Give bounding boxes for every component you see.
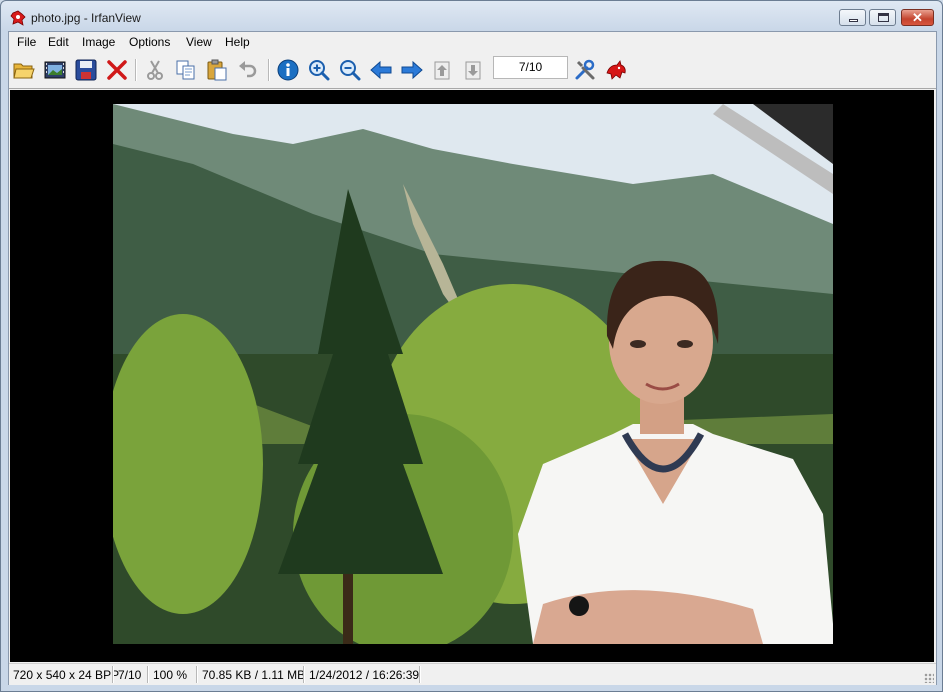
settings-button[interactable] xyxy=(572,57,598,83)
info-icon xyxy=(277,59,299,81)
previous-button[interactable] xyxy=(368,57,394,83)
delete-icon xyxy=(107,60,127,80)
close-button[interactable]: ✕ xyxy=(901,9,934,26)
previous-icon xyxy=(370,60,392,80)
slideshow-button[interactable] xyxy=(42,57,68,83)
save-button[interactable] xyxy=(73,57,99,83)
maximize-button[interactable] xyxy=(869,9,896,26)
zoom-out-icon xyxy=(340,60,361,81)
irfanview-window: photo.jpg - IrfanView ✕ File Edit Image … xyxy=(0,0,943,692)
status-dimensions: 720 x 540 x 24 BPP xyxy=(13,668,120,682)
maximize-icon xyxy=(878,13,889,22)
status-divider xyxy=(419,666,421,683)
status-divider xyxy=(112,666,114,683)
next-button[interactable] xyxy=(399,57,425,83)
copy-icon xyxy=(176,60,195,80)
paste-button[interactable] xyxy=(204,57,230,83)
menu-view[interactable]: View xyxy=(186,35,212,49)
cut-button[interactable] xyxy=(142,57,168,83)
zoom-out-button[interactable] xyxy=(337,57,363,83)
status-bar: 720 x 540 x 24 BPP 7/10 100 % 70.85 KB /… xyxy=(9,663,936,685)
settings-icon xyxy=(575,59,595,80)
irfanview-logo-icon xyxy=(606,60,626,80)
page-down-icon xyxy=(465,61,481,80)
status-zoom: 100 % xyxy=(153,668,188,682)
undo-button[interactable] xyxy=(235,57,261,83)
image-viewer[interactable] xyxy=(10,90,934,662)
photo-image xyxy=(113,104,833,644)
save-icon xyxy=(75,59,97,81)
irfanview-app-icon[interactable] xyxy=(10,10,26,26)
zoom-in-button[interactable] xyxy=(306,57,332,83)
status-divider xyxy=(303,666,305,683)
menu-help[interactable]: Help xyxy=(225,35,250,49)
about-button[interactable] xyxy=(603,57,629,83)
close-icon: ✕ xyxy=(912,10,923,25)
status-divider xyxy=(147,666,149,683)
toolbar: 7/10 xyxy=(9,52,936,89)
photo-drawing xyxy=(113,104,833,644)
minimize-button[interactable] xyxy=(839,9,866,26)
slideshow-icon xyxy=(44,61,66,79)
open-icon xyxy=(13,63,35,79)
next-icon xyxy=(401,60,423,80)
client-area: File Edit Image Options View Help 7/10 7… xyxy=(8,31,937,685)
last-page-button[interactable] xyxy=(461,57,487,83)
first-page-button[interactable] xyxy=(430,57,456,83)
status-divider xyxy=(196,666,198,683)
menu-options[interactable]: Options xyxy=(129,35,170,49)
toolbar-separator xyxy=(135,59,137,81)
undo-icon xyxy=(239,61,257,78)
minimize-icon xyxy=(849,19,858,22)
menu-edit[interactable]: Edit xyxy=(48,35,69,49)
page-indicator-field[interactable]: 7/10 xyxy=(493,56,568,79)
menu-image[interactable]: Image xyxy=(82,35,115,49)
open-button[interactable] xyxy=(11,57,37,83)
resize-grip[interactable] xyxy=(924,673,934,683)
window-title: photo.jpg - IrfanView xyxy=(31,11,141,25)
status-datetime: 1/24/2012 / 16:26:39 xyxy=(309,668,420,682)
page-up-icon xyxy=(434,61,450,80)
info-button[interactable] xyxy=(275,57,301,83)
delete-button[interactable] xyxy=(104,57,130,83)
copy-button[interactable] xyxy=(173,57,199,83)
cut-icon xyxy=(147,60,163,80)
status-filesize: 70.85 KB / 1.11 MB xyxy=(202,668,306,682)
zoom-in-icon xyxy=(309,60,330,81)
paste-icon xyxy=(207,59,227,81)
menu-bar: File Edit Image Options View Help xyxy=(9,32,936,53)
menu-file[interactable]: File xyxy=(17,35,36,49)
status-index: 7/10 xyxy=(118,668,142,682)
toolbar-separator xyxy=(268,59,270,81)
title-bar[interactable]: photo.jpg - IrfanView ✕ xyxy=(1,1,942,31)
